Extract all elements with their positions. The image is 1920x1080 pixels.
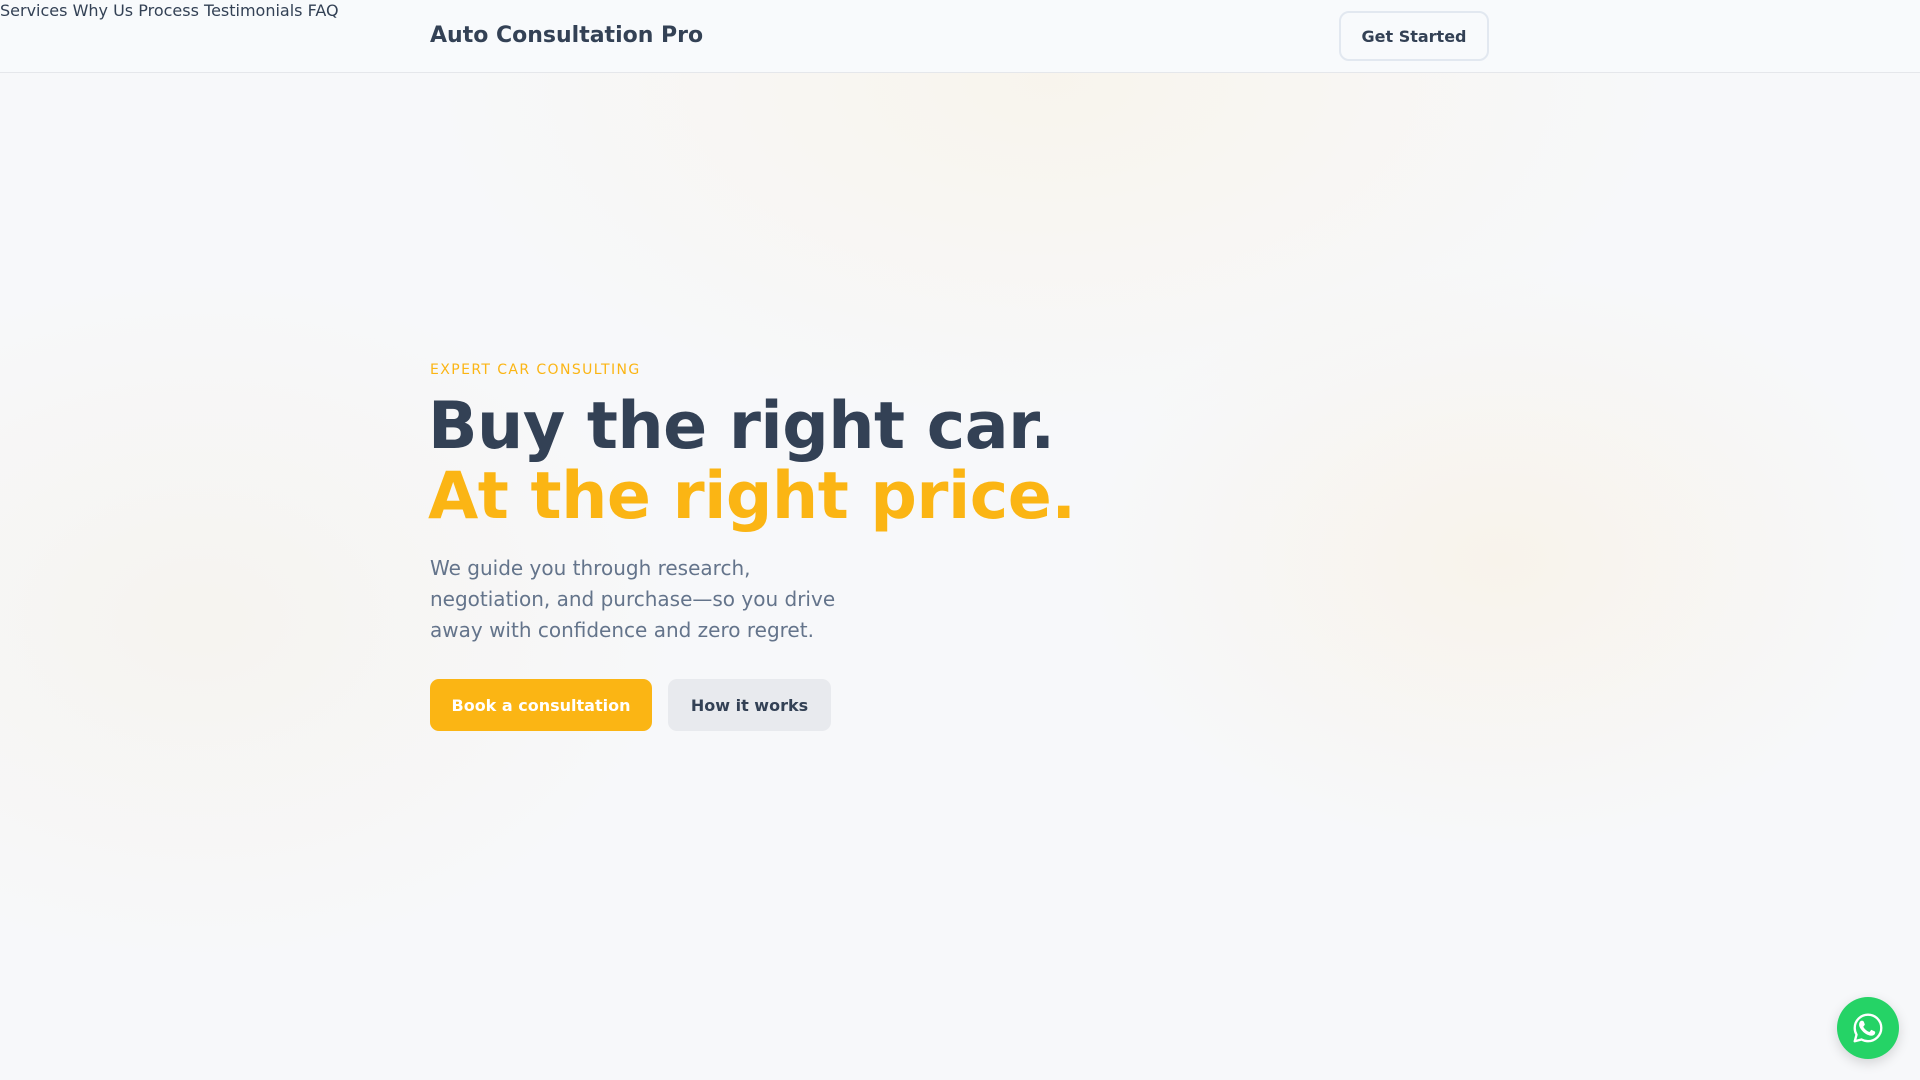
page: Auto Consultation Pro Services Why Us Pr… <box>0 0 1920 1080</box>
nav-link-faq[interactable]: FAQ <box>308 1 339 20</box>
book-consultation-button[interactable]: Book a consultation <box>430 679 652 731</box>
brand-logo-text[interactable]: Auto Consultation Pro <box>430 22 703 50</box>
whatsapp-chat-button[interactable] <box>1837 997 1899 1059</box>
hero-title: Buy the right car. At the right price. <box>428 392 1076 532</box>
get-started-button[interactable]: Get Started <box>1339 11 1489 61</box>
nav-link-services[interactable]: Services <box>0 1 67 20</box>
hero-eyebrow: EXPERT CAR CONSULTING <box>430 362 641 378</box>
hero-title-line2: At the right price. <box>428 459 1076 534</box>
hero-lead: We guide you through research, negotiati… <box>430 556 836 642</box>
how-it-works-button[interactable]: How it works <box>668 679 831 731</box>
nav-link-why-us[interactable]: Why Us <box>73 1 134 20</box>
nav-link-testimonials[interactable]: Testimonials <box>204 1 303 20</box>
hero-title-line1: Buy the right car. <box>428 389 1055 464</box>
site-header: Auto Consultation Pro Services Why Us Pr… <box>0 0 1920 73</box>
nav-link-process[interactable]: Process <box>138 1 199 20</box>
main-nav: Services Why Us Process Testimonials FAQ <box>0 0 1920 22</box>
whatsapp-icon <box>1853 1013 1883 1043</box>
